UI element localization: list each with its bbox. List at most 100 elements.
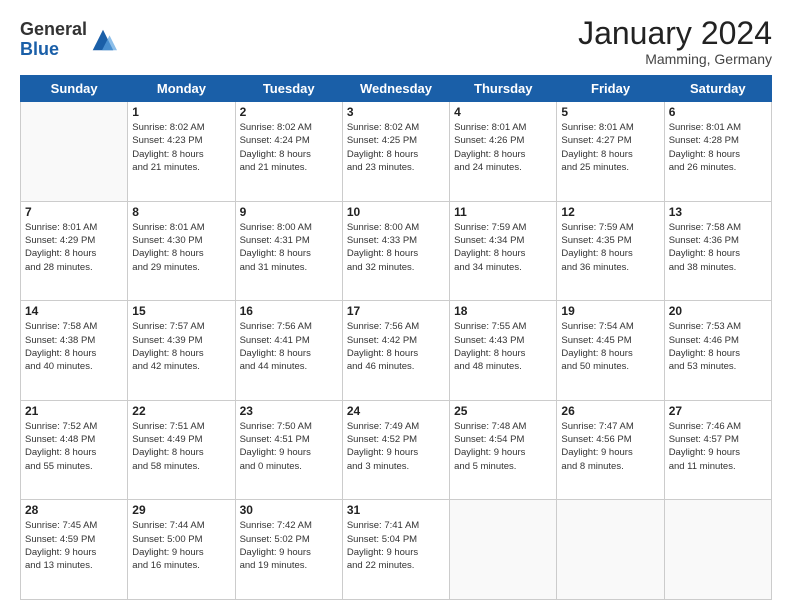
- day-of-week-header: Sunday: [21, 76, 128, 102]
- day-info: Sunrise: 7:59 AM Sunset: 4:34 PM Dayligh…: [454, 221, 552, 274]
- day-number: 28: [25, 503, 123, 517]
- day-number: 18: [454, 304, 552, 318]
- day-info: Sunrise: 8:02 AM Sunset: 4:23 PM Dayligh…: [132, 121, 230, 174]
- day-number: 26: [561, 404, 659, 418]
- day-number: 24: [347, 404, 445, 418]
- day-number: 27: [669, 404, 767, 418]
- day-number: 20: [669, 304, 767, 318]
- calendar-cell: 15 Sunrise: 7:57 AM Sunset: 4:39 PM Dayli…: [128, 301, 235, 401]
- day-info: Sunrise: 7:59 AM Sunset: 4:35 PM Dayligh…: [561, 221, 659, 274]
- day-of-week-header: Friday: [557, 76, 664, 102]
- day-number: 5: [561, 105, 659, 119]
- day-number: 15: [132, 304, 230, 318]
- day-info: Sunrise: 7:42 AM Sunset: 5:02 PM Dayligh…: [240, 519, 338, 572]
- calendar-week-row: 7 Sunrise: 8:01 AM Sunset: 4:29 PM Daylig…: [21, 201, 772, 301]
- calendar-cell: [450, 500, 557, 600]
- day-of-week-header: Saturday: [664, 76, 771, 102]
- calendar-cell: 16 Sunrise: 7:56 AM Sunset: 4:41 PM Dayli…: [235, 301, 342, 401]
- calendar-cell: 8 Sunrise: 8:01 AM Sunset: 4:30 PM Daylig…: [128, 201, 235, 301]
- logo-icon: [89, 26, 117, 54]
- calendar-cell: 27Sunrise: 7:46 AM Sunset: 4:57 PM Dayli…: [664, 400, 771, 500]
- day-info: Sunrise: 7:56 AM Sunset: 4:42 PM Dayligh…: [347, 320, 445, 373]
- day-info: Sunrise: 7:49 AM Sunset: 4:52 PM Dayligh…: [347, 420, 445, 473]
- calendar-cell: 1 Sunrise: 8:02 AM Sunset: 4:23 PM Daylig…: [128, 102, 235, 202]
- day-number: 16: [240, 304, 338, 318]
- calendar-cell: 19 Sunrise: 7:54 AM Sunset: 4:45 PM Dayli…: [557, 301, 664, 401]
- day-of-week-header: Thursday: [450, 76, 557, 102]
- month-title: January 2024: [578, 16, 772, 51]
- day-info: Sunrise: 8:00 AM Sunset: 4:31 PM Dayligh…: [240, 221, 338, 274]
- calendar-cell: 3Sunrise: 8:02 AM Sunset: 4:25 PM Daylig…: [342, 102, 449, 202]
- day-info: Sunrise: 8:01 AM Sunset: 4:29 PM Dayligh…: [25, 221, 123, 274]
- day-info: Sunrise: 8:01 AM Sunset: 4:30 PM Dayligh…: [132, 221, 230, 274]
- day-number: 22: [132, 404, 230, 418]
- location: Mamming, Germany: [578, 51, 772, 67]
- day-number: 12: [561, 205, 659, 219]
- day-number: 23: [240, 404, 338, 418]
- calendar-week-row: 1 Sunrise: 8:02 AM Sunset: 4:23 PM Daylig…: [21, 102, 772, 202]
- day-number: 3: [347, 105, 445, 119]
- calendar-cell: 5 Sunrise: 8:01 AM Sunset: 4:27 PM Daylig…: [557, 102, 664, 202]
- day-number: 31: [347, 503, 445, 517]
- logo-blue: Blue: [20, 39, 59, 59]
- calendar-cell: 12 Sunrise: 7:59 AM Sunset: 4:35 PM Dayli…: [557, 201, 664, 301]
- day-info: Sunrise: 8:01 AM Sunset: 4:27 PM Dayligh…: [561, 121, 659, 174]
- calendar-week-row: 14Sunrise: 7:58 AM Sunset: 4:38 PM Dayli…: [21, 301, 772, 401]
- calendar-cell: [557, 500, 664, 600]
- calendar-cell: 7 Sunrise: 8:01 AM Sunset: 4:29 PM Daylig…: [21, 201, 128, 301]
- day-info: Sunrise: 7:52 AM Sunset: 4:48 PM Dayligh…: [25, 420, 123, 473]
- calendar-cell: 20Sunrise: 7:53 AM Sunset: 4:46 PM Dayli…: [664, 301, 771, 401]
- day-number: 14: [25, 304, 123, 318]
- day-number: 10: [347, 205, 445, 219]
- day-number: 4: [454, 105, 552, 119]
- header: General Blue January 2024 Mamming, Germa…: [20, 16, 772, 67]
- day-number: 8: [132, 205, 230, 219]
- calendar-cell: 17 Sunrise: 7:56 AM Sunset: 4:42 PM Dayli…: [342, 301, 449, 401]
- logo-general: General: [20, 19, 87, 39]
- calendar-cell: 13Sunrise: 7:58 AM Sunset: 4:36 PM Dayli…: [664, 201, 771, 301]
- calendar-cell: 10Sunrise: 8:00 AM Sunset: 4:33 PM Dayli…: [342, 201, 449, 301]
- calendar-cell: 24 Sunrise: 7:49 AM Sunset: 4:52 PM Dayli…: [342, 400, 449, 500]
- day-info: Sunrise: 7:50 AM Sunset: 4:51 PM Dayligh…: [240, 420, 338, 473]
- calendar-cell: 29Sunrise: 7:44 AM Sunset: 5:00 PM Dayli…: [128, 500, 235, 600]
- logo: General Blue: [20, 20, 117, 60]
- page: General Blue January 2024 Mamming, Germa…: [0, 0, 792, 612]
- day-info: Sunrise: 8:02 AM Sunset: 4:24 PM Dayligh…: [240, 121, 338, 174]
- day-info: Sunrise: 7:56 AM Sunset: 4:41 PM Dayligh…: [240, 320, 338, 373]
- day-info: Sunrise: 7:58 AM Sunset: 4:36 PM Dayligh…: [669, 221, 767, 274]
- day-number: 29: [132, 503, 230, 517]
- day-number: 1: [132, 105, 230, 119]
- day-of-week-header: Wednesday: [342, 76, 449, 102]
- calendar-week-row: 28Sunrise: 7:45 AM Sunset: 4:59 PM Dayli…: [21, 500, 772, 600]
- day-number: 7: [25, 205, 123, 219]
- day-number: 21: [25, 404, 123, 418]
- day-info: Sunrise: 7:54 AM Sunset: 4:45 PM Dayligh…: [561, 320, 659, 373]
- calendar-header-row: SundayMondayTuesdayWednesdayThursdayFrid…: [21, 76, 772, 102]
- day-info: Sunrise: 7:48 AM Sunset: 4:54 PM Dayligh…: [454, 420, 552, 473]
- calendar-cell: 4 Sunrise: 8:01 AM Sunset: 4:26 PM Daylig…: [450, 102, 557, 202]
- calendar-cell: 22 Sunrise: 7:51 AM Sunset: 4:49 PM Dayli…: [128, 400, 235, 500]
- calendar-cell: 2 Sunrise: 8:02 AM Sunset: 4:24 PM Daylig…: [235, 102, 342, 202]
- day-info: Sunrise: 7:47 AM Sunset: 4:56 PM Dayligh…: [561, 420, 659, 473]
- calendar-cell: 6Sunrise: 8:01 AM Sunset: 4:28 PM Daylig…: [664, 102, 771, 202]
- day-number: 25: [454, 404, 552, 418]
- calendar-cell: 11Sunrise: 7:59 AM Sunset: 4:34 PM Dayli…: [450, 201, 557, 301]
- day-number: 17: [347, 304, 445, 318]
- day-info: Sunrise: 7:41 AM Sunset: 5:04 PM Dayligh…: [347, 519, 445, 572]
- day-number: 30: [240, 503, 338, 517]
- calendar-cell: 28Sunrise: 7:45 AM Sunset: 4:59 PM Dayli…: [21, 500, 128, 600]
- calendar-cell: 14Sunrise: 7:58 AM Sunset: 4:38 PM Dayli…: [21, 301, 128, 401]
- calendar-cell: 30 Sunrise: 7:42 AM Sunset: 5:02 PM Dayli…: [235, 500, 342, 600]
- day-number: 19: [561, 304, 659, 318]
- calendar-cell: 9 Sunrise: 8:00 AM Sunset: 4:31 PM Daylig…: [235, 201, 342, 301]
- day-info: Sunrise: 7:57 AM Sunset: 4:39 PM Dayligh…: [132, 320, 230, 373]
- calendar-week-row: 21 Sunrise: 7:52 AM Sunset: 4:48 PM Dayli…: [21, 400, 772, 500]
- calendar-cell: 25 Sunrise: 7:48 AM Sunset: 4:54 PM Dayli…: [450, 400, 557, 500]
- day-number: 2: [240, 105, 338, 119]
- calendar-cell: 18Sunrise: 7:55 AM Sunset: 4:43 PM Dayli…: [450, 301, 557, 401]
- day-info: Sunrise: 8:01 AM Sunset: 4:26 PM Dayligh…: [454, 121, 552, 174]
- day-of-week-header: Tuesday: [235, 76, 342, 102]
- day-info: Sunrise: 7:51 AM Sunset: 4:49 PM Dayligh…: [132, 420, 230, 473]
- title-block: January 2024 Mamming, Germany: [578, 16, 772, 67]
- day-number: 9: [240, 205, 338, 219]
